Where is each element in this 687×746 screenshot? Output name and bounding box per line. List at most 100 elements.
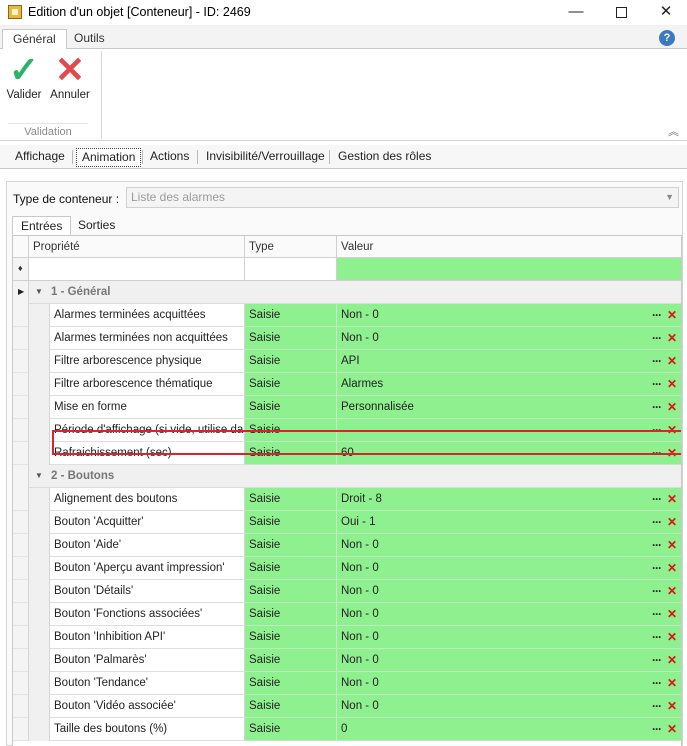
delete-icon[interactable]: ✕ [667, 580, 677, 602]
table-row[interactable]: Taille des boutons (%) Saisie 0 ··· ✕ [13, 718, 681, 741]
type-cell[interactable]: Saisie [245, 373, 337, 396]
tab-entrees[interactable]: Entrées [12, 216, 72, 235]
validate-button[interactable]: ✓ Valider [2, 51, 46, 107]
type-cell[interactable]: Saisie [245, 442, 337, 465]
property-cell[interactable]: Rafraichissement (sec) [50, 442, 245, 465]
tab-invisibilite-verrouillage[interactable]: Invisibilité/Verrouillage [201, 148, 330, 167]
delete-icon[interactable]: ✕ [667, 442, 677, 464]
type-cell[interactable]: Saisie [245, 557, 337, 580]
delete-icon[interactable]: ✕ [667, 350, 677, 372]
value-cell[interactable]: ··· ✕ [337, 419, 681, 442]
delete-icon[interactable]: ✕ [667, 672, 677, 694]
type-cell[interactable]: Saisie [245, 327, 337, 350]
delete-icon[interactable]: ✕ [667, 327, 677, 349]
tab-affichage[interactable]: Affichage [10, 148, 70, 167]
value-cell[interactable]: Non - 0 ··· ✕ [337, 304, 681, 327]
ellipsis-button[interactable]: ··· [652, 511, 662, 533]
ellipsis-button[interactable]: ··· [652, 649, 662, 671]
type-cell[interactable]: Saisie [245, 511, 337, 534]
type-cell[interactable]: Saisie [245, 419, 337, 442]
ellipsis-button[interactable]: ··· [652, 603, 662, 625]
delete-icon[interactable]: ✕ [667, 695, 677, 717]
table-row[interactable]: Période d'affichage (si vide, utilise da… [13, 419, 681, 442]
value-cell[interactable]: Non - 0 ··· ✕ [337, 695, 681, 718]
ellipsis-button[interactable]: ··· [652, 626, 662, 648]
filter-type-input[interactable] [245, 258, 337, 280]
ellipsis-button[interactable]: ··· [652, 396, 662, 418]
table-row[interactable]: Rafraichissement (sec) Saisie 60 ··· ✕ [13, 442, 681, 465]
table-row[interactable]: Alarmes terminées non acquittées Saisie No… [13, 327, 681, 350]
value-cell[interactable]: Non - 0 ··· ✕ [337, 672, 681, 695]
property-cell[interactable]: Bouton 'Aide' [50, 534, 245, 557]
type-cell[interactable]: Saisie [245, 718, 337, 741]
property-cell[interactable]: Bouton 'Détails' [50, 580, 245, 603]
value-cell[interactable]: Droit - 8 ··· ✕ [337, 488, 681, 511]
filter-propriete-input[interactable] [29, 258, 245, 280]
value-cell[interactable]: API ··· ✕ [337, 350, 681, 373]
property-cell[interactable]: Période d'affichage (si vide, utilise da… [50, 419, 245, 442]
delete-icon[interactable]: ✕ [667, 511, 677, 533]
ellipsis-button[interactable]: ··· [652, 442, 662, 464]
property-cell[interactable]: Alarmes terminées non acquittées [50, 327, 245, 350]
delete-icon[interactable]: ✕ [667, 488, 677, 510]
type-cell[interactable]: Saisie [245, 580, 337, 603]
collapse-ribbon-icon[interactable]: ︽ [668, 123, 679, 139]
type-cell[interactable]: Saisie [245, 695, 337, 718]
table-row[interactable]: Alignement des boutons Saisie Droit - 8 ···… [13, 488, 681, 511]
property-cell[interactable]: Bouton 'Vidéo associée' [50, 695, 245, 718]
help-icon[interactable]: ? [659, 30, 675, 46]
type-cell[interactable]: Saisie [245, 350, 337, 373]
table-row[interactable]: Bouton 'Fonctions associées' Saisie Non - … [13, 603, 681, 626]
value-cell[interactable]: 0 ··· ✕ [337, 718, 681, 741]
delete-icon[interactable]: ✕ [667, 534, 677, 556]
value-cell[interactable]: Non - 0 ··· ✕ [337, 534, 681, 557]
tab-actions[interactable]: Actions [145, 148, 194, 167]
group-row[interactable]: ▶ ▼ 1 - Général [13, 281, 681, 304]
ellipsis-button[interactable]: ··· [652, 327, 662, 349]
table-row[interactable]: Bouton 'Palmarès' Saisie Non - 0 ··· ✕ [13, 649, 681, 672]
type-cell[interactable]: Saisie [245, 649, 337, 672]
header-valeur[interactable]: Valeur [337, 236, 681, 258]
header-propriete[interactable]: Propriété [29, 236, 245, 258]
table-row[interactable]: Mise en forme Saisie Personnalisée ··· ✕ [13, 396, 681, 419]
ellipsis-button[interactable]: ··· [652, 373, 662, 395]
ellipsis-button[interactable]: ··· [652, 672, 662, 694]
property-cell[interactable]: Bouton 'Aperçu avant impression' [50, 557, 245, 580]
filter-valeur-input[interactable] [337, 258, 681, 280]
tab-gestion-roles[interactable]: Gestion des rôles [333, 148, 436, 167]
type-cell[interactable]: Saisie [245, 304, 337, 327]
property-cell[interactable]: Bouton 'Palmarès' [50, 649, 245, 672]
ellipsis-button[interactable]: ··· [652, 488, 662, 510]
ellipsis-button[interactable]: ··· [652, 557, 662, 579]
type-cell[interactable]: Saisie [245, 488, 337, 511]
type-cell[interactable]: Saisie [245, 396, 337, 419]
delete-icon[interactable]: ✕ [667, 626, 677, 648]
close-button[interactable]: ✕ [643, 0, 687, 26]
ellipsis-button[interactable]: ··· [652, 695, 662, 717]
property-cell[interactable]: Bouton 'Tendance' [50, 672, 245, 695]
delete-icon[interactable]: ✕ [667, 419, 677, 441]
delete-icon[interactable]: ✕ [667, 557, 677, 579]
table-row[interactable]: Filtre arborescence thématique Saisie Alar… [13, 373, 681, 396]
value-cell[interactable]: Oui - 1 ··· ✕ [337, 511, 681, 534]
group-row[interactable]: ▼ 2 - Boutons [13, 465, 681, 488]
property-cell[interactable]: Mise en forme [50, 396, 245, 419]
property-cell[interactable]: Bouton 'Acquitter' [50, 511, 245, 534]
ellipsis-button[interactable]: ··· [652, 304, 662, 326]
delete-icon[interactable]: ✕ [667, 304, 677, 326]
property-cell[interactable]: Filtre arborescence thématique [50, 373, 245, 396]
value-cell[interactable]: Non - 0 ··· ✕ [337, 557, 681, 580]
value-cell[interactable]: Non - 0 ··· ✕ [337, 603, 681, 626]
expand-toggle-icon[interactable]: ▼ [35, 287, 43, 296]
property-cell[interactable]: Alignement des boutons [50, 488, 245, 511]
property-cell[interactable]: Filtre arborescence physique [50, 350, 245, 373]
expand-toggle-icon[interactable]: ▼ [35, 471, 43, 480]
table-row[interactable]: Bouton 'Aperçu avant impression' Saisie No… [13, 557, 681, 580]
table-row[interactable]: Bouton 'Vidéo associée' Saisie Non - 0 ··· ✕ [13, 695, 681, 718]
ellipsis-button[interactable]: ··· [652, 534, 662, 556]
type-cell[interactable]: Saisie [245, 603, 337, 626]
value-cell[interactable]: Non - 0 ··· ✕ [337, 327, 681, 350]
container-type-select[interactable]: Liste des alarmes ▼ [126, 187, 679, 208]
property-cell[interactable]: Bouton 'Inhibition API' [50, 626, 245, 649]
value-cell[interactable]: Non - 0 ··· ✕ [337, 580, 681, 603]
